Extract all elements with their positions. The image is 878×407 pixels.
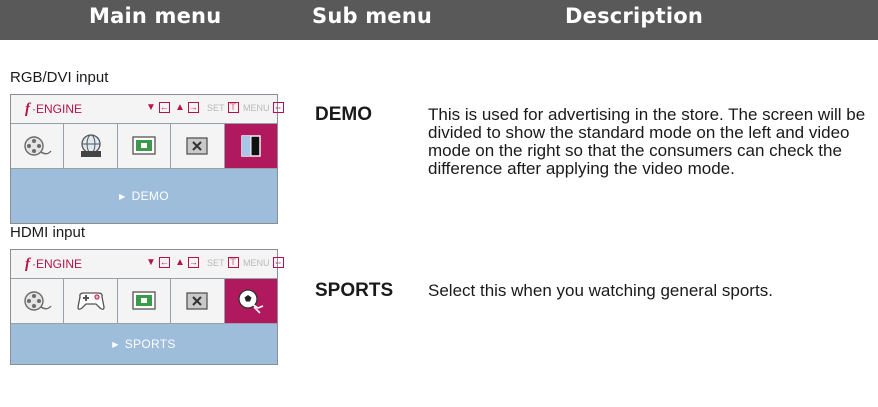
globe-icon [80, 134, 101, 157]
picture-icon [132, 291, 156, 310]
set-control: SET ⊤ [207, 257, 239, 268]
menu-icon: ⇔ [272, 257, 284, 268]
gamepad-icon [76, 292, 105, 310]
description-sports: Select this when you watching general sp… [428, 281, 773, 300]
tile-off[interactable] [171, 279, 225, 323]
picture-icon [132, 136, 156, 155]
engine-label: ENGINE [36, 257, 83, 271]
osd-selected-label: SPORTS [124, 337, 176, 351]
film-reel-icon [24, 136, 52, 156]
up-right-control: ▲ → [175, 257, 199, 268]
sub-menu-term-demo: DEMO [315, 104, 372, 125]
osd-icon-row [11, 278, 278, 324]
tile-internet[interactable] [64, 124, 118, 168]
tile-off[interactable] [171, 124, 225, 168]
osd-title-bar: f ·ENGINE ▼ ← ▲ → SET ⊤ MENU ⇔ [11, 250, 284, 278]
osd-selected-item: ▶ DEMO [11, 169, 277, 223]
right-arrow-icon: → [187, 102, 199, 113]
soccer-ball-icon [238, 289, 264, 314]
tile-normal[interactable] [117, 124, 172, 168]
set-label: SET [207, 257, 225, 268]
set-icon: ⊤ [227, 257, 239, 268]
sub-menu-term-sports: SPORTS [315, 280, 394, 301]
tile-movie[interactable] [11, 124, 65, 168]
engine-label: ENGINE [36, 102, 83, 116]
table-header: Main menu Sub menu Description [0, 0, 878, 40]
header-sub-menu: Sub menu [312, 4, 433, 28]
header-main-menu: Main menu [89, 4, 222, 28]
close-icon [186, 137, 209, 155]
set-icon: ⊤ [227, 102, 239, 113]
tile-normal[interactable] [117, 279, 172, 323]
left-arrow-icon: ← [158, 102, 170, 113]
down-left-control: ▼ ← [146, 102, 170, 113]
menu-control: MENU ⇔ [243, 257, 284, 268]
osd-selected-label: DEMO [131, 189, 169, 203]
tile-demo[interactable] [224, 124, 278, 168]
set-label: SET [207, 102, 225, 113]
set-control: SET ⊤ [207, 102, 239, 113]
osd-panel-rgb-dvi: f ·ENGINE ▼ ← ▲ → SET ⊤ MENU ⇔ ▶ DEMO [10, 94, 284, 224]
close-icon [186, 292, 209, 310]
play-triangle-icon: ▶ [119, 191, 126, 201]
fengine-logo: f ·ENGINE [25, 256, 83, 272]
menu-control: MENU ⇔ [243, 102, 284, 113]
up-right-control: ▲ → [175, 102, 199, 113]
play-triangle-icon: ▶ [112, 339, 119, 349]
demo-split-screen-icon [241, 135, 261, 157]
menu-label: MENU [243, 257, 270, 268]
osd-title-bar: f ·ENGINE ▼ ← ▲ → SET ⊤ MENU ⇔ [11, 95, 284, 123]
film-reel-icon [24, 291, 52, 311]
section-label-hdmi: HDMI input [10, 224, 86, 241]
tile-movie[interactable] [11, 279, 65, 323]
tile-sports[interactable] [224, 279, 278, 323]
section-label-rgb-dvi: RGB/DVI input [10, 69, 109, 86]
menu-icon: ⇔ [272, 102, 284, 113]
right-arrow-icon: → [187, 257, 199, 268]
down-left-control: ▼ ← [146, 257, 170, 268]
description-demo: This is used for advertising in the stor… [428, 105, 866, 178]
osd-selected-item: ▶ SPORTS [11, 324, 277, 364]
osd-panel-hdmi: f ·ENGINE ▼ ← ▲ → SET ⊤ MENU ⇔ ▶ SPORTS [10, 249, 284, 365]
osd-icon-row [11, 123, 278, 169]
tile-game[interactable] [64, 279, 118, 323]
menu-label: MENU [243, 102, 270, 113]
left-arrow-icon: ← [158, 257, 170, 268]
fengine-logo: f ·ENGINE [25, 101, 83, 117]
header-description: Description [565, 4, 704, 28]
